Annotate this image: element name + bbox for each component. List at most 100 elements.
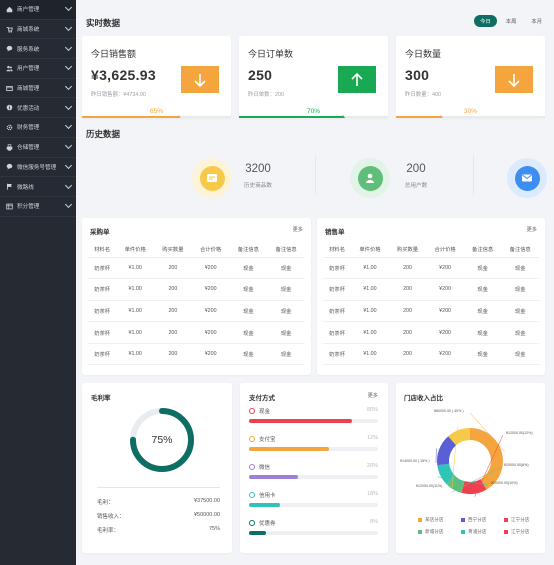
info-icon bbox=[6, 104, 13, 111]
table-icon bbox=[6, 203, 13, 210]
table-cell: ¥1.00 bbox=[116, 300, 155, 323]
sidebar-item[interactable]: 服务系统 bbox=[0, 39, 76, 60]
sidebar-item[interactable]: 仓储管理 bbox=[0, 138, 76, 158]
column-header: 备注信息 bbox=[501, 241, 539, 258]
kpi-compare: 昨日单数：200 bbox=[248, 92, 284, 98]
table-cell: ¥1.00 bbox=[351, 321, 389, 344]
legend-swatch bbox=[504, 530, 508, 534]
main-content: 实时数据 今日 本周 本月 今日销售额 ¥3,625.93 昨日销售额：¥473… bbox=[76, 0, 554, 565]
chevron-down-icon bbox=[64, 63, 73, 71]
circle-icon bbox=[249, 464, 255, 470]
kpi-percent: 65% bbox=[149, 108, 163, 115]
sidebar-item[interactable]: 商城系统 bbox=[0, 20, 76, 40]
table-cell: 现金 bbox=[501, 321, 539, 344]
kpi-compare: 昨日销售额：¥4734.00 bbox=[91, 92, 146, 98]
sidebar-item-label: 商户管理 bbox=[17, 7, 40, 14]
callout-label: ¥12000.00(12%) bbox=[506, 431, 533, 435]
chevron-down-icon bbox=[64, 181, 73, 189]
table-row: 奶茶杯 ¥1.00 200 ¥200 现金 现金 bbox=[88, 300, 305, 323]
sidebar-item[interactable]: 微信服务号管理 bbox=[0, 158, 76, 178]
table-cell: 现金 bbox=[267, 257, 305, 280]
margin-card: 毛利率 75% 毛利： ¥37500.00 销售收入： ¥50000.00 毛利… bbox=[82, 383, 232, 553]
history-panel: 3200 历史商品数 200 总用户数 6 短信数 bbox=[82, 141, 547, 209]
table-cell: 200 bbox=[388, 278, 427, 301]
legend-label: 青浦分店 bbox=[468, 529, 487, 534]
payment-name: 微信 bbox=[259, 465, 271, 471]
payment-bar-fill bbox=[249, 419, 353, 423]
sidebar-item[interactable]: 微路线 bbox=[0, 177, 76, 197]
table-cell: 奶茶杯 bbox=[323, 300, 352, 323]
legend-item: 青浦分店 bbox=[461, 529, 486, 535]
payment-percent: 8% bbox=[370, 519, 378, 525]
column-header: 单件价格 bbox=[116, 241, 155, 258]
legend-item: 江宁分店 bbox=[504, 529, 529, 535]
callout-label: ¥14000.00 ( 15% ) bbox=[400, 459, 430, 463]
sidebar-item-label: 仓储管理 bbox=[17, 145, 40, 152]
table-cell: 现金 bbox=[267, 278, 305, 301]
store-income-card: 门店收入占比 ¥60000.00 ( 40% ) ¥12000.00(12%) ¥2… bbox=[396, 383, 545, 553]
sidebar-item[interactable]: 财务管理 bbox=[0, 118, 76, 138]
table-cell: ¥200 bbox=[426, 257, 464, 280]
payment-name: 现金 bbox=[259, 409, 271, 415]
divider bbox=[315, 155, 316, 195]
table-cell: ¥1.00 bbox=[351, 278, 389, 301]
legend-label: 西宁分店 bbox=[468, 517, 487, 522]
kpi-value: 300 bbox=[405, 67, 430, 83]
table-cell: 200 bbox=[154, 257, 192, 280]
home-icon bbox=[6, 6, 13, 13]
sidebar-item[interactable]: 用户管理 bbox=[0, 59, 76, 79]
sidebar-item[interactable]: 积分管理 bbox=[0, 197, 76, 217]
legend-label: 江宁分店 bbox=[511, 529, 530, 534]
table-cell: 奶茶杯 bbox=[323, 343, 352, 366]
table-cell: ¥200 bbox=[426, 321, 464, 344]
table-cell: 现金 bbox=[229, 343, 268, 366]
kpi-title: 今日数量 bbox=[405, 49, 442, 59]
margin-row: 毛利： ¥37500.00 bbox=[97, 498, 220, 506]
legend-swatch bbox=[461, 530, 465, 534]
payment-row: 现金 80% bbox=[249, 407, 378, 430]
table-cell: 200 bbox=[154, 343, 192, 366]
payment-more-link[interactable]: 更多 bbox=[368, 392, 378, 399]
chat-icon bbox=[6, 45, 13, 52]
table-cell: 200 bbox=[154, 278, 192, 301]
purchase-table: 材料名 单件价格 购买数量 合计价格 备注信息 备注信息 奶茶杯 ¥1.00 200 ¥200 现金… bbox=[88, 241, 305, 366]
purchase-more-link[interactable]: 更多 bbox=[293, 226, 303, 233]
table-cell: 200 bbox=[388, 321, 427, 344]
table-cell: 奶茶杯 bbox=[323, 321, 352, 344]
payment-row: 信用卡 18% bbox=[249, 491, 378, 514]
chevron-down-icon bbox=[64, 4, 73, 12]
payment-row: 优惠券 8% bbox=[249, 519, 378, 542]
column-header: 材料名 bbox=[88, 241, 117, 258]
tab-today[interactable]: 今日 bbox=[474, 15, 497, 27]
table-cell: 现金 bbox=[501, 300, 539, 323]
kpi-progress-marker bbox=[176, 115, 181, 118]
legend-item: 西宁分店 bbox=[461, 517, 486, 523]
margin-row-label: 毛利率： bbox=[97, 528, 120, 534]
margin-row-value: 75% bbox=[208, 526, 220, 532]
table-cell: ¥200 bbox=[426, 300, 464, 323]
sidebar-item-label: 积分管理 bbox=[17, 204, 40, 211]
chevron-down-icon bbox=[64, 201, 73, 209]
circle-icon bbox=[249, 436, 255, 442]
sidebar-item[interactable]: 优惠活动 bbox=[0, 98, 76, 119]
column-header: 单件价格 bbox=[351, 241, 389, 258]
sidebar-item[interactable]: 商城管理 bbox=[0, 79, 76, 99]
kpi-percent: 30% bbox=[463, 108, 477, 115]
sales-title: 销售单 bbox=[325, 229, 345, 236]
tab-month[interactable]: 本月 bbox=[525, 15, 548, 27]
sidebar-item[interactable]: 商户管理 bbox=[0, 0, 76, 20]
table-cell: 200 bbox=[388, 343, 427, 366]
payment-name: 优惠券 bbox=[259, 521, 276, 527]
table-cell: 现金 bbox=[267, 300, 305, 323]
tab-week[interactable]: 本周 bbox=[500, 15, 523, 27]
card-icon bbox=[6, 85, 13, 92]
table-cell: ¥200 bbox=[191, 343, 230, 366]
kpi-card: 今日数量 300 昨日数量：400 30% bbox=[396, 36, 545, 118]
margin-row: 毛利率： 75% bbox=[97, 526, 220, 534]
chevron-down-icon bbox=[64, 23, 73, 32]
margin-ring-label: 75% bbox=[151, 434, 173, 446]
table-cell: 现金 bbox=[463, 278, 502, 301]
margin-row: 销售收入： ¥50000.00 bbox=[97, 512, 220, 520]
kpi-progress-fill bbox=[396, 116, 441, 118]
sales-more-link[interactable]: 更多 bbox=[527, 226, 537, 233]
